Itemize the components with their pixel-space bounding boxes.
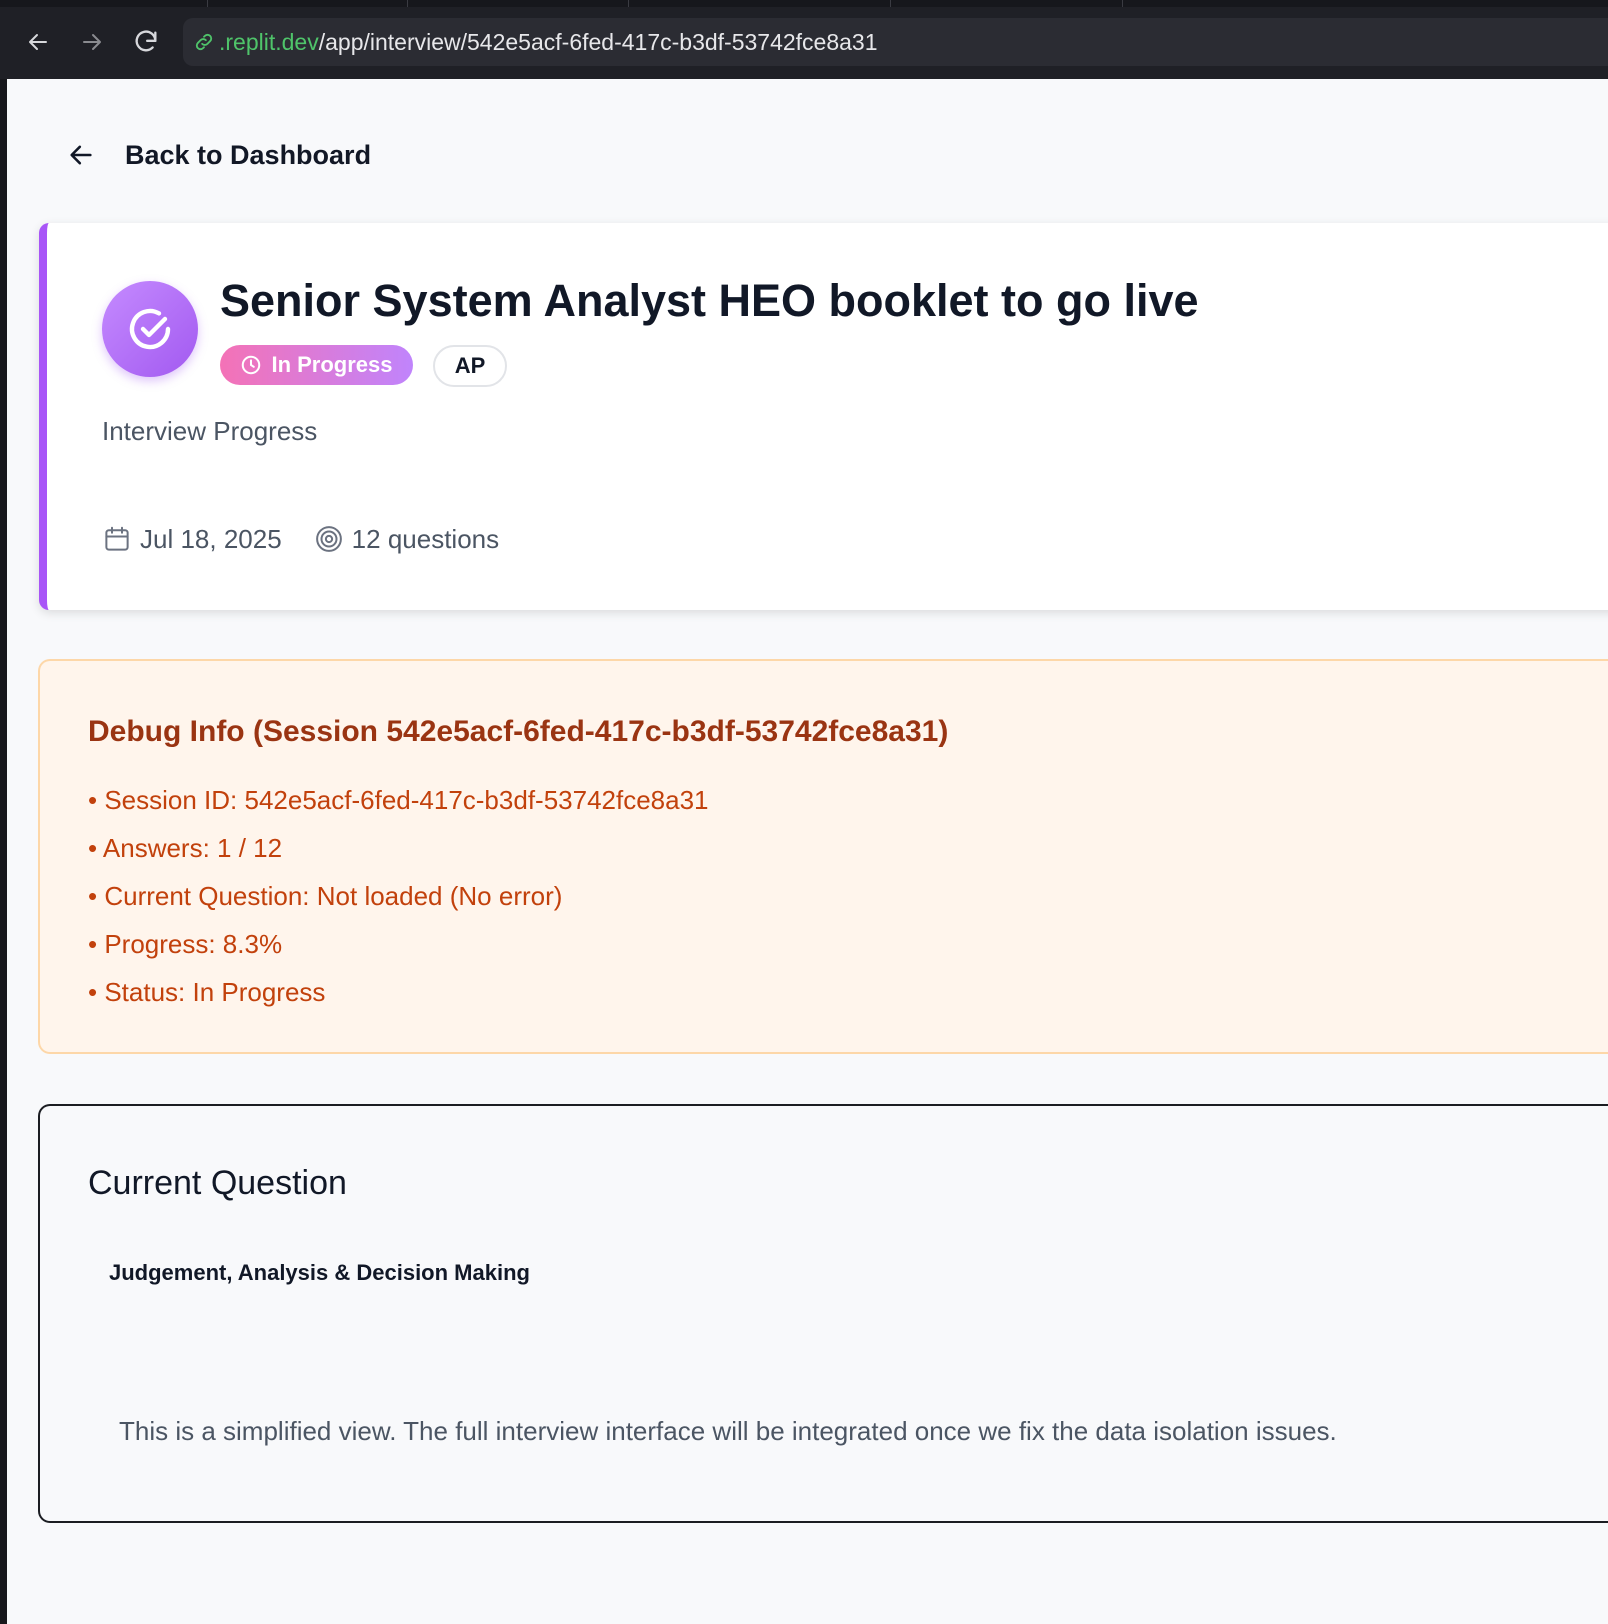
debug-item-current-question: • Current Question: Not loaded (No error… bbox=[88, 881, 563, 911]
browser-forward-button[interactable] bbox=[74, 24, 110, 60]
interview-title: Senior System Analyst HEO booklet to go … bbox=[220, 275, 1199, 326]
browser-back-button[interactable] bbox=[20, 24, 56, 60]
back-link-label: Back to Dashboard bbox=[125, 139, 372, 170]
current-question-card: Current Question Judgement, Analysis & D… bbox=[38, 1104, 1608, 1523]
debug-item-answers: • Answers: 1 / 12 bbox=[88, 833, 283, 863]
interview-date: Jul 18, 2025 bbox=[140, 523, 282, 554]
status-badge: In Progress bbox=[220, 345, 413, 385]
questions-meta: 12 questions bbox=[314, 524, 499, 555]
tab-divider bbox=[407, 0, 408, 7]
debug-item-session-id: • Session ID: 542e5acf-6fed-417c-b3df-53… bbox=[88, 785, 709, 815]
question-count: 12 questions bbox=[351, 523, 500, 554]
status-label: In Progress bbox=[271, 352, 393, 377]
tab-divider bbox=[207, 0, 208, 7]
debug-list: • Session ID: 542e5acf-6fed-417c-b3df-53… bbox=[88, 776, 709, 1016]
page-content: Back to Dashboard Senior System Analyst … bbox=[7, 79, 1608, 1624]
interview-meta: Jul 18, 2025 12 questions bbox=[102, 519, 499, 559]
current-question-heading: Current Question bbox=[88, 1164, 347, 1202]
target-icon bbox=[315, 526, 342, 552]
check-circle-icon bbox=[129, 308, 171, 350]
debug-item-progress: • Progress: 8.3% bbox=[88, 929, 283, 959]
interview-progress-label: Interview Progress bbox=[102, 416, 318, 446]
debug-info-panel: Debug Info (Session 542e5acf-6fed-417c-b… bbox=[38, 659, 1608, 1054]
link-icon bbox=[193, 31, 215, 53]
address-path: /app/interview/542e5acf-6fed-417c-b3df-5… bbox=[318, 28, 878, 55]
tab-divider bbox=[628, 0, 629, 7]
address-host: .replit.dev bbox=[219, 28, 319, 55]
tab-divider bbox=[1122, 0, 1123, 7]
reload-icon bbox=[135, 30, 157, 52]
browser-toolbar: .replit.dev/app/interview/542e5acf-6fed-… bbox=[0, 0, 1608, 79]
arrow-left-icon bbox=[70, 145, 92, 165]
back-to-dashboard-link[interactable]: Back to Dashboard bbox=[67, 131, 371, 179]
tab-strip bbox=[0, 0, 1608, 7]
debug-item-status: • Status: In Progress bbox=[88, 977, 326, 1007]
arrow-left-icon bbox=[29, 34, 47, 50]
window-edge bbox=[0, 79, 7, 1624]
address-bar[interactable]: .replit.dev/app/interview/542e5acf-6fed-… bbox=[183, 18, 1608, 66]
date-meta: Jul 18, 2025 bbox=[102, 524, 282, 555]
simplified-view-note: This is a simplified view. The full inte… bbox=[119, 1416, 1337, 1446]
browser-reload-button[interactable] bbox=[128, 24, 164, 60]
clock-icon bbox=[242, 355, 261, 375]
interview-avatar bbox=[102, 281, 198, 377]
interview-header-card: Senior System Analyst HEO booklet to go … bbox=[39, 223, 1608, 610]
debug-title: Debug Info (Session 542e5acf-6fed-417c-b… bbox=[88, 715, 949, 748]
initials-badge: AP bbox=[433, 345, 507, 387]
calendar-icon bbox=[105, 526, 129, 551]
tab-divider bbox=[890, 0, 891, 7]
arrow-right-icon bbox=[83, 34, 101, 50]
question-category: Judgement, Analysis & Decision Making bbox=[109, 1260, 530, 1285]
